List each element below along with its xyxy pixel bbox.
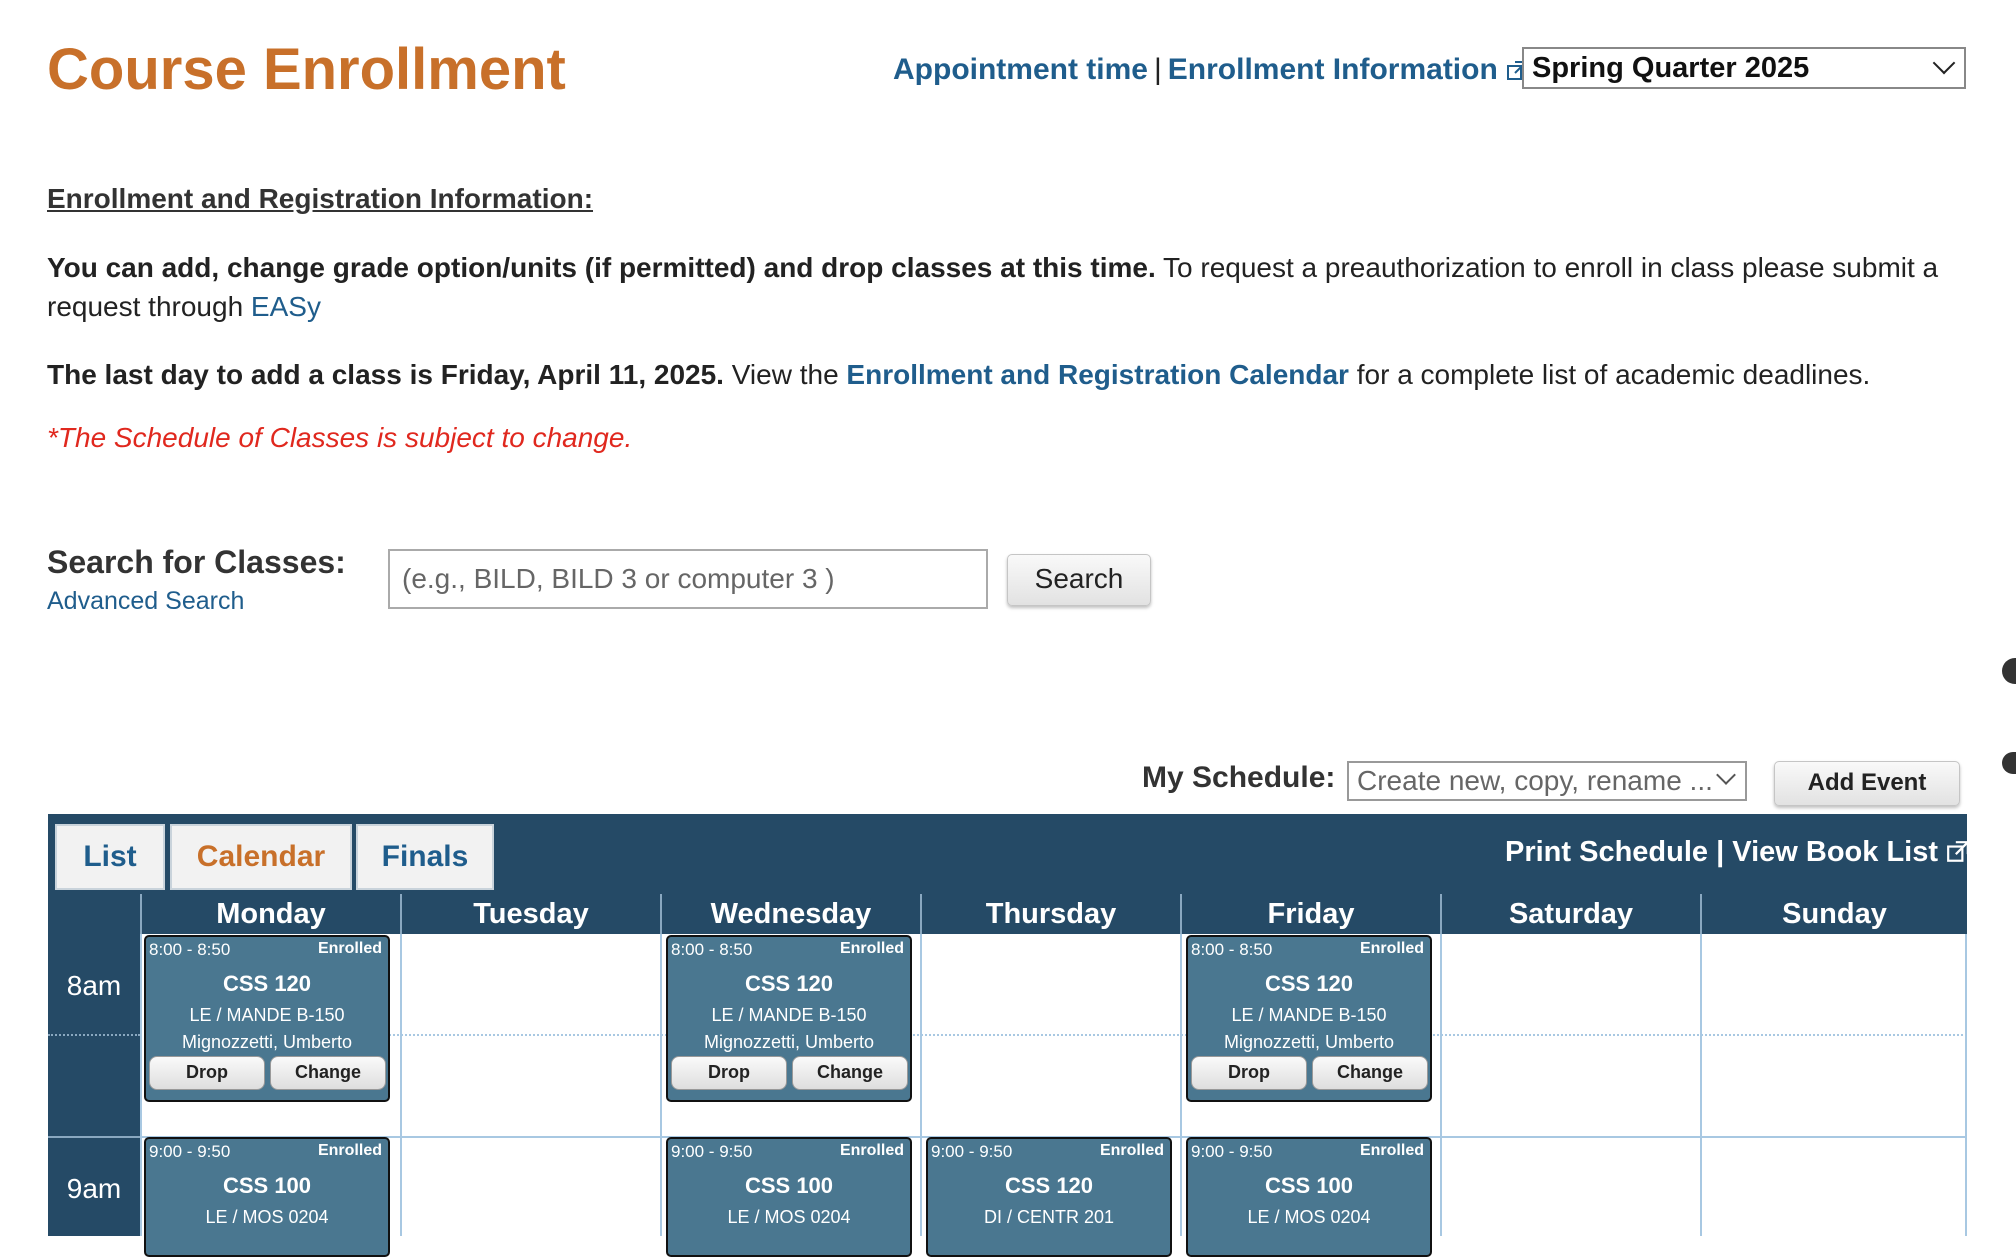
enrollment-status-paragraph: You can add, change grade option/units (… (47, 248, 1967, 326)
event-instructor: Mignozzetti, Umberto (181, 1032, 353, 1052)
page-title: Course Enrollment (47, 37, 566, 102)
print-book-links[interactable]: Print Schedule | View Book List (1505, 836, 1970, 872)
deadline-post: for a complete list of academic deadline… (1348, 359, 1871, 390)
term-select-value: Spring Quarter 2025 (1532, 52, 1810, 84)
grid-column (1700, 934, 1967, 1236)
search-button[interactable]: Search (1007, 554, 1151, 606)
chevron-down-icon (1932, 51, 1956, 75)
event-status: Enrolled (1099, 1142, 1164, 1159)
drop-button[interactable]: Drop (1191, 1056, 1307, 1090)
edge-mark (2002, 658, 2016, 684)
time-9am: 9am (66, 1173, 122, 1204)
day-wednesday: Wednesday (660, 894, 920, 934)
event-block[interactable]: 9:00 - 9:50 Enrolled CSS 100 LE / MOS 02… (1186, 1137, 1432, 1257)
half-hour-line (140, 1034, 1967, 1036)
event-location: LE / MANDE B-150 (711, 1005, 867, 1025)
event-status: Enrolled (1359, 940, 1424, 957)
event-course: CSS 100 (744, 1173, 834, 1198)
event-time: 8:00 - 8:50 (149, 940, 231, 959)
event-block[interactable]: 8:00 - 8:50 Enrolled CSS 120 LE / MANDE … (144, 935, 390, 1102)
day-monday: Monday (140, 894, 400, 934)
event-course: CSS 120 (1004, 1173, 1094, 1198)
event-time: 8:00 - 8:50 (1191, 940, 1273, 959)
chevron-down-icon (1716, 765, 1736, 785)
event-block[interactable]: 9:00 - 9:50 Enrolled CSS 120 DI / CENTR … (926, 1137, 1172, 1257)
event-status: Enrolled (839, 940, 904, 957)
event-instructor: Mignozzetti, Umberto (703, 1032, 875, 1052)
drop-button[interactable]: Drop (149, 1056, 265, 1090)
tab-finals[interactable]: Finals (356, 824, 494, 890)
top-links: Appointment time|Enrollment Information| (893, 50, 1556, 93)
day-tuesday: Tuesday (400, 894, 660, 934)
drop-button[interactable]: Drop (671, 1056, 787, 1090)
event-time: 8:00 - 8:50 (671, 940, 753, 959)
event-time: 9:00 - 9:50 (671, 1142, 753, 1161)
event-status: Enrolled (1359, 1142, 1424, 1159)
separator: | (1154, 53, 1162, 86)
event-block[interactable]: 8:00 - 8:50 Enrolled CSS 120 LE / MANDE … (1186, 935, 1432, 1102)
event-time: 9:00 - 9:50 (1191, 1142, 1273, 1161)
schedule-select[interactable]: Create new, copy, rename ... (1347, 761, 1747, 801)
easy-link[interactable]: EASy (251, 291, 321, 322)
event-location: LE / MANDE B-150 (189, 1005, 345, 1025)
event-location: LE / MOS 0204 (1247, 1207, 1371, 1227)
day-sunday: Sunday (1700, 894, 1967, 934)
event-location: LE / MOS 0204 (205, 1207, 329, 1227)
time-8am: 8am (66, 970, 122, 1001)
grid-column (400, 934, 660, 1236)
schedule-change-notice: *The Schedule of Classes is subject to c… (47, 422, 633, 453)
event-course: CSS 120 (222, 971, 312, 996)
tab-calendar[interactable]: Calendar (170, 824, 352, 890)
event-course: CSS 100 (222, 1173, 312, 1198)
print-schedule-link[interactable]: Print Schedule | View Book List (1505, 836, 1938, 868)
deadline-paragraph: The last day to add a class is Friday, A… (47, 355, 1967, 394)
event-location: LE / MANDE B-150 (1231, 1005, 1387, 1025)
deadline-bold: The last day to add a class is Friday, A… (47, 359, 724, 390)
event-status: Enrolled (317, 940, 382, 957)
day-saturday: Saturday (1440, 894, 1700, 934)
appointment-time-link[interactable]: Appointment time (893, 53, 1148, 86)
schedule-select-placeholder: Create new, copy, rename ... (1357, 765, 1713, 796)
time-divider (48, 1136, 140, 1138)
info-heading: Enrollment and Registration Information: (47, 183, 594, 214)
day-thursday: Thursday (920, 894, 1180, 934)
my-schedule-label: My Schedule: (1142, 761, 1336, 794)
event-status: Enrolled (839, 1142, 904, 1159)
edge-mark (2002, 752, 2016, 774)
term-select[interactable]: Spring Quarter 2025 (1522, 47, 1966, 89)
search-input[interactable] (388, 549, 988, 609)
advanced-search-link[interactable]: Advanced Search (47, 587, 244, 616)
event-location: DI / CENTR 201 (983, 1207, 1115, 1227)
registration-calendar-link[interactable]: Enrollment and Registration Calendar (846, 359, 1349, 390)
deadline-pre: View the (723, 359, 847, 390)
enrollment-status-bold: You can add, change grade option/units (… (47, 252, 1156, 283)
change-button[interactable]: Change (1312, 1056, 1428, 1090)
event-course: CSS 100 (1264, 1173, 1354, 1198)
change-button[interactable]: Change (792, 1056, 908, 1090)
search-label: Search for Classes: (47, 544, 346, 580)
event-course: CSS 120 (744, 971, 834, 996)
event-status: Enrolled (317, 1142, 382, 1159)
tab-list[interactable]: List (55, 824, 165, 890)
event-time: 9:00 - 9:50 (149, 1142, 231, 1161)
change-button[interactable]: Change (270, 1056, 386, 1090)
event-block[interactable]: 9:00 - 9:50 Enrolled CSS 100 LE / MOS 02… (666, 1137, 912, 1257)
time-divider (48, 1034, 140, 1036)
event-block[interactable]: 8:00 - 8:50 Enrolled CSS 120 LE / MANDE … (666, 935, 912, 1102)
external-link-icon[interactable] (1946, 839, 1970, 872)
enrollment-information-link[interactable]: Enrollment Information (1168, 53, 1498, 86)
event-instructor: Mignozzetti, Umberto (1223, 1032, 1395, 1052)
event-time: 9:00 - 9:50 (931, 1142, 1013, 1161)
event-course: CSS 120 (1264, 971, 1354, 996)
add-event-button[interactable]: Add Event (1774, 761, 1960, 806)
event-location: LE / MOS 0204 (727, 1207, 851, 1227)
day-friday: Friday (1180, 894, 1440, 934)
event-block[interactable]: 9:00 - 9:50 Enrolled CSS 100 LE / MOS 02… (144, 1137, 390, 1257)
grid-column (1440, 934, 1700, 1236)
